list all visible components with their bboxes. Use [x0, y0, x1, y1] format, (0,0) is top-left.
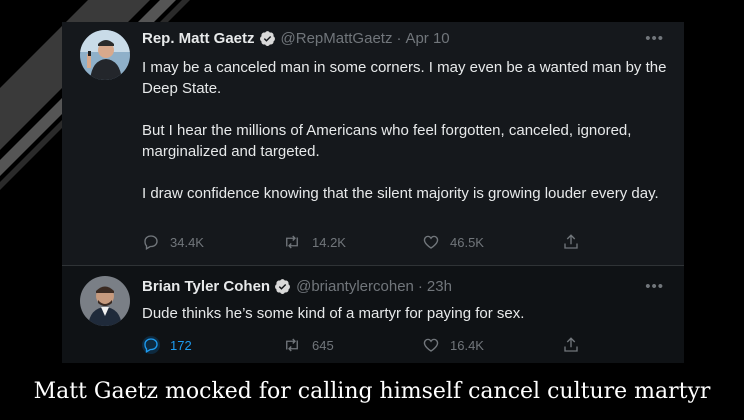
share-button[interactable]	[562, 233, 580, 251]
tweet-header: Brian Tyler Cohen @briantylercohen · 23h	[142, 278, 452, 295]
avatar-gaetz[interactable]	[80, 30, 130, 80]
tweet-paragraph: I draw confidence knowing that the silen…	[142, 185, 659, 202]
caption-text: Matt Gaetz mocked for calling himself ca…	[33, 379, 711, 404]
tweet-paragraph: I may be a canceled man in some corners.…	[142, 59, 667, 97]
tweet-thread-screenshot: Rep. Matt Gaetz @RepMattGaetz · Apr 10 •…	[62, 22, 684, 363]
avatar-cohen[interactable]	[80, 276, 130, 326]
like-icon	[423, 338, 439, 352]
like-button[interactable]: 46.5K	[422, 233, 562, 251]
tweet-actions: 34.4K 14.2K 46.5K	[142, 233, 672, 251]
share-icon	[564, 234, 578, 249]
reply-icon	[144, 235, 158, 250]
separator-dot: ·	[417, 278, 423, 295]
more-options-icon[interactable]: •••	[645, 278, 664, 295]
author-handle[interactable]: @briantylercohen	[296, 278, 414, 295]
tweet-text: I may be a canceled man in some corners.…	[142, 57, 667, 225]
reply-count: 172	[170, 337, 192, 353]
reply-button[interactable]: 172	[142, 336, 282, 354]
verified-badge-icon	[259, 30, 276, 47]
tweet-gaetz[interactable]: Rep. Matt Gaetz @RepMattGaetz · Apr 10 •…	[62, 22, 684, 266]
like-count: 16.4K	[450, 337, 484, 353]
author-handle[interactable]: @RepMattGaetz	[281, 30, 393, 47]
like-count: 46.5K	[450, 234, 484, 250]
tweet-header: Rep. Matt Gaetz @RepMattGaetz · Apr 10	[142, 30, 450, 47]
retweet-button[interactable]: 14.2K	[282, 233, 422, 251]
retweet-count: 645	[312, 337, 334, 353]
retweet-icon	[286, 235, 298, 249]
reply-icon	[142, 336, 160, 354]
reply-button[interactable]: 34.4K	[142, 233, 282, 251]
verified-badge-icon	[274, 278, 291, 295]
separator-dot: ·	[396, 30, 402, 47]
share-button[interactable]	[562, 336, 580, 354]
author-name[interactable]: Rep. Matt Gaetz	[142, 30, 255, 47]
tweet-actions: 172 645 16.4K	[142, 336, 672, 354]
retweet-count: 14.2K	[312, 234, 346, 250]
reply-count: 34.4K	[170, 234, 204, 250]
tweet-cohen[interactable]: Brian Tyler Cohen @briantylercohen · 23h…	[62, 266, 684, 363]
tweet-text: Dude thinks he’s some kind of a martyr f…	[142, 305, 525, 322]
like-button[interactable]: 16.4K	[422, 336, 562, 354]
retweet-icon	[286, 338, 298, 352]
author-name[interactable]: Brian Tyler Cohen	[142, 278, 270, 295]
like-icon	[423, 235, 439, 249]
retweet-button[interactable]: 645	[282, 336, 422, 354]
tweet-paragraph: But I hear the millions of Americans who…	[142, 122, 632, 160]
tweet-date[interactable]: 23h	[427, 278, 452, 295]
tweet-date[interactable]: Apr 10	[405, 30, 449, 47]
share-icon	[564, 337, 578, 352]
more-options-icon[interactable]: •••	[645, 30, 664, 47]
